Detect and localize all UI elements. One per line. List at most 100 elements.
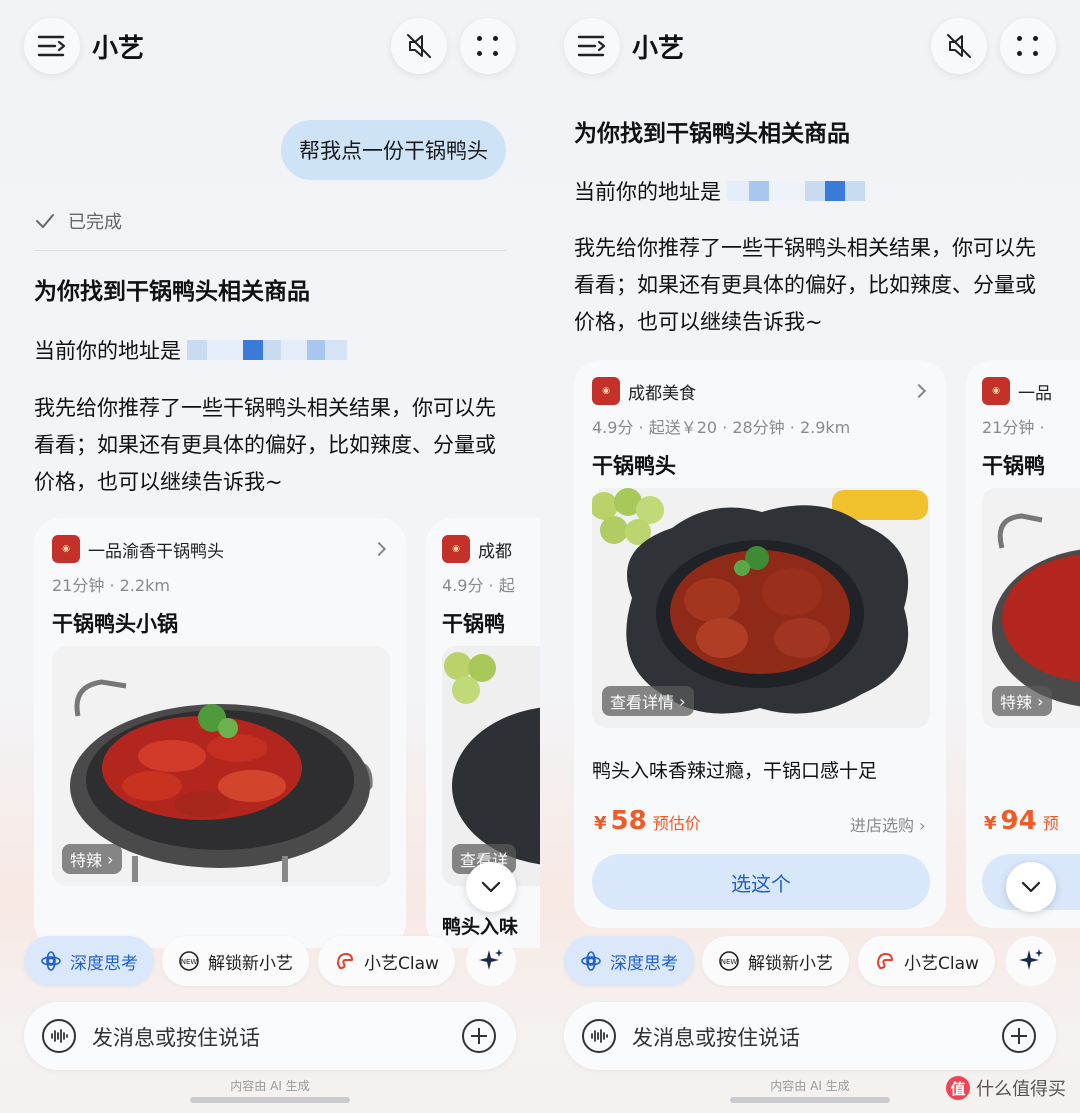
message-input-placeholder: 发消息或按住说话 xyxy=(92,1026,260,1050)
address-row: 当前你的地址是 xyxy=(34,335,347,365)
home-indicator[interactable] xyxy=(730,1097,890,1103)
new-badge-icon: NEW xyxy=(178,950,200,972)
app-title: 小艺 xyxy=(632,34,685,64)
shop-meta: 21分钟 · xyxy=(982,418,1045,437)
sparkle-icon xyxy=(1019,949,1043,970)
shop-meta: 4.9分 · 起送￥20 · 28分钟 · 2.9km xyxy=(592,418,851,437)
reply-paragraph: 我先给你推荐了一些干锅鸭头相关结果，你可以先看看；如果还有更具体的偏好，比如辣度… xyxy=(34,396,496,494)
home-indicator[interactable] xyxy=(190,1097,350,1103)
menu-button[interactable] xyxy=(564,18,620,74)
mute-icon xyxy=(947,34,971,58)
shop-row[interactable]: ◉ 成都 xyxy=(442,535,512,563)
chevron-down-icon xyxy=(1021,881,1041,893)
plus-icon[interactable] xyxy=(1002,1019,1036,1053)
deep-think-label: 深度思考 xyxy=(70,953,138,974)
svg-text:NEW: NEW xyxy=(181,958,198,966)
price-currency: ¥ xyxy=(594,813,607,834)
menu-icon xyxy=(37,35,66,57)
spice-tag-label: 特辣 xyxy=(70,851,103,870)
shop-name: 成都 xyxy=(478,541,512,562)
scroll-down-button[interactable] xyxy=(1006,862,1056,912)
dish-name: 干锅鸭头 xyxy=(592,454,676,478)
svg-text:NEW: NEW xyxy=(721,958,738,966)
more-dots-icon xyxy=(477,36,499,56)
unlock-chip[interactable]: NEW 解锁新小艺 xyxy=(702,936,849,986)
shop-logo: ◉ xyxy=(442,535,470,563)
claw-chip[interactable]: 小艺Claw xyxy=(858,936,995,986)
shop-row[interactable]: ◉ 成都美食 xyxy=(592,377,696,405)
check-icon xyxy=(36,214,54,228)
dish-image[interactable]: 特辣 › xyxy=(982,488,1080,728)
more-button[interactable] xyxy=(460,18,516,74)
voice-button[interactable] xyxy=(582,1019,616,1053)
task-status-label: 已完成 xyxy=(68,212,122,233)
sparkle-button[interactable] xyxy=(466,936,516,986)
price-label: 预 xyxy=(1042,814,1059,833)
dish-name: 干锅鸭头小锅 xyxy=(52,612,178,636)
price-block: ¥ 94 预 xyxy=(984,806,1059,836)
menu-icon xyxy=(577,35,606,57)
price-label: 预估价 xyxy=(652,814,701,833)
watermark-text: 什么值得买 xyxy=(976,1079,1066,1100)
mute-button[interactable] xyxy=(391,18,447,74)
claw-label: 小艺Claw xyxy=(364,953,439,974)
voice-icon xyxy=(51,1029,68,1043)
deep-think-label: 深度思考 xyxy=(610,953,678,974)
price-block: ¥ 58 预估价 xyxy=(594,806,701,836)
mute-icon xyxy=(407,34,431,58)
watermark-logo: 值 xyxy=(946,1076,970,1100)
scroll-down-button[interactable] xyxy=(466,862,516,912)
details-tag[interactable]: 查看详情 › xyxy=(602,686,694,716)
deep-think-chip[interactable]: 深度思考 xyxy=(24,936,154,986)
address-label: 当前你的地址是 xyxy=(34,339,181,363)
dish-image[interactable]: 特辣 › xyxy=(52,646,390,886)
dish-image[interactable]: 查看详情 › xyxy=(592,488,930,728)
shop-row[interactable]: ◉ 一品渝香干锅鸭头 xyxy=(52,535,224,563)
deep-think-icon xyxy=(580,950,602,972)
price-value: 94 xyxy=(1000,806,1037,836)
plus-icon[interactable] xyxy=(462,1019,496,1053)
watermark: 值 什么值得买 xyxy=(946,1075,1066,1101)
unlock-chip[interactable]: NEW 解锁新小艺 xyxy=(162,936,309,986)
choose-button[interactable]: 选这个 xyxy=(592,854,930,910)
deep-think-chip[interactable]: 深度思考 xyxy=(564,936,694,986)
voice-icon xyxy=(591,1029,608,1043)
product-card[interactable]: ◉ 一品渝香干锅鸭头 21分钟 · 2.2km 干锅鸭头小锅 特辣 › xyxy=(34,518,406,948)
chevron-right-icon xyxy=(911,383,927,399)
shop-row[interactable]: ◉ 一品 xyxy=(982,377,1052,405)
enter-store-label: 进店选购 xyxy=(850,816,915,835)
result-title: 为你找到干锅鸭头相关商品 xyxy=(34,279,310,305)
claw-chip[interactable]: 小艺Claw xyxy=(318,936,455,986)
price-currency: ¥ xyxy=(984,813,997,834)
unlock-label: 解锁新小艺 xyxy=(208,953,293,974)
dish-image[interactable]: 查看详 xyxy=(442,646,540,886)
unlock-label: 解锁新小艺 xyxy=(748,953,833,974)
voice-button[interactable] xyxy=(42,1019,76,1053)
more-button[interactable] xyxy=(1000,18,1056,74)
deep-think-icon xyxy=(40,950,62,972)
product-card[interactable]: ◉ 一品 21分钟 · 干锅鸭 特辣 › ¥ 94 预 xyxy=(966,360,1080,928)
enter-store-link[interactable]: 进店选购 › xyxy=(850,812,926,836)
spice-tag[interactable]: 特辣 › xyxy=(62,844,122,874)
chat-panel-right: 小艺 为你找到干锅鸭头相关商品 当前你的地址是 我先给你推荐了一些干锅鸭头相关结… xyxy=(540,0,1080,1113)
task-status: 已完成 xyxy=(34,208,122,234)
shop-name: 成都美食 xyxy=(628,383,696,404)
reply-paragraph: 我先给你推荐了一些干锅鸭头相关结果，你可以先看看；如果还有更具体的偏好，比如辣度… xyxy=(574,236,1036,334)
mute-button[interactable] xyxy=(931,18,987,74)
chat-panel-left: 小艺 帮我点一份干锅鸭头 已完成 为你找到干锅鸭头相关商品 当前你的地址是 我先… xyxy=(0,0,540,1113)
message-input-bar[interactable]: 发消息或按住说话 xyxy=(564,1002,1056,1070)
sparkle-button[interactable] xyxy=(1006,936,1056,986)
menu-button[interactable] xyxy=(24,18,80,74)
shop-meta: 4.9分 · 起 xyxy=(442,576,515,595)
product-card[interactable]: ◉ 成都美食 4.9分 · 起送￥20 · 28分钟 · 2.9km 干锅鸭头 … xyxy=(574,360,946,928)
dish-description: 鸭头入味香辣过瘾，干锅口感十足 xyxy=(592,760,878,782)
divider xyxy=(34,250,506,251)
address-redacted xyxy=(187,339,347,361)
details-tag-label: 查看详情 xyxy=(610,693,675,712)
shop-logo: ◉ xyxy=(52,535,80,563)
spice-tag[interactable]: 特辣 › xyxy=(992,686,1052,716)
claw-label: 小艺Claw xyxy=(904,953,979,974)
message-input-bar[interactable]: 发消息或按住说话 xyxy=(24,1002,516,1070)
ai-generated-note: 内容由 AI 生成 xyxy=(230,1079,310,1093)
dish-description: 鸭头入味 xyxy=(442,916,519,938)
